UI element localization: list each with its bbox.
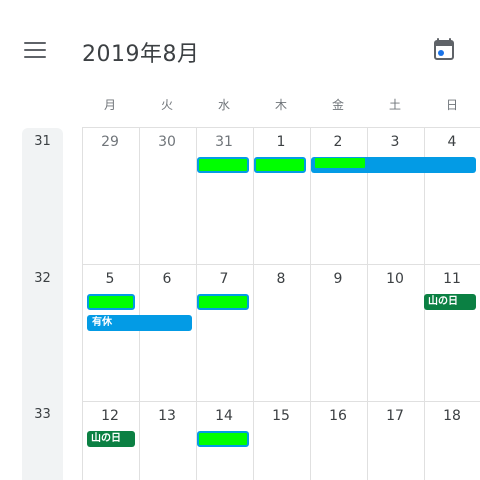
day-cell-number[interactable]: 10 <box>367 271 423 287</box>
day-cell-number[interactable]: 29 <box>82 134 138 150</box>
holiday-event-chip[interactable]: 山の日 <box>424 294 476 310</box>
event-chip[interactable] <box>254 157 306 173</box>
day-cell-number[interactable]: 7 <box>196 271 252 287</box>
day-cell-number[interactable]: 13 <box>139 408 195 424</box>
grid-line <box>253 127 254 480</box>
weekday-fri: 金 <box>331 98 344 112</box>
day-cell-number[interactable]: 14 <box>196 408 252 424</box>
day-cell-number[interactable]: 5 <box>82 271 138 287</box>
day-cell-number[interactable]: 9 <box>310 271 366 287</box>
week-number-column <box>22 128 63 480</box>
weekday-sun: 日 <box>445 98 458 112</box>
grid-line <box>82 127 480 128</box>
weekday-thu: 木 <box>274 98 287 112</box>
month-title[interactable]: 2019年8月 <box>82 36 200 68</box>
day-cell-number[interactable]: 15 <box>253 408 309 424</box>
week-number-31: 31 <box>34 134 51 149</box>
holiday-event-chip[interactable]: 山の日 <box>87 431 135 447</box>
day-cell-number[interactable]: 6 <box>139 271 195 287</box>
event-chip[interactable] <box>197 157 249 173</box>
event-highlight <box>315 158 365 168</box>
grid-line <box>82 127 83 480</box>
event-chip[interactable] <box>197 294 249 310</box>
day-cell-number[interactable]: 18 <box>424 408 480 424</box>
event-chip-multiday[interactable] <box>311 157 476 173</box>
day-cell-number[interactable]: 16 <box>310 408 366 424</box>
grid-line <box>139 127 140 480</box>
grid-line <box>82 401 480 402</box>
weekday-header: 月 火 水 木 金 土 日 <box>82 96 480 116</box>
grid-line <box>82 264 480 265</box>
hamburger-menu-icon[interactable] <box>24 42 48 60</box>
day-cell-number[interactable]: 30 <box>139 134 195 150</box>
day-cell-number[interactable]: 12 <box>82 408 138 424</box>
paid-leave-event-chip[interactable]: 有休 <box>87 315 192 331</box>
grid-line <box>367 127 368 480</box>
calendar-today-icon[interactable] <box>432 37 456 61</box>
week-number-33: 33 <box>34 407 51 422</box>
grid-line <box>310 127 311 480</box>
weekday-mon: 月 <box>103 98 116 112</box>
day-cell-number[interactable]: 31 <box>196 134 252 150</box>
day-cell-number[interactable]: 8 <box>253 271 309 287</box>
day-cell-number[interactable]: 3 <box>367 134 423 150</box>
day-cell-number[interactable]: 1 <box>253 134 309 150</box>
day-cell-number[interactable]: 2 <box>310 134 366 150</box>
event-chip[interactable] <box>197 431 249 447</box>
week-number-32: 32 <box>34 271 51 286</box>
event-chip[interactable] <box>87 294 135 310</box>
day-cell-number[interactable]: 17 <box>367 408 423 424</box>
day-cell-number[interactable]: 4 <box>424 134 480 150</box>
day-cell-number[interactable]: 11 <box>424 271 480 287</box>
weekday-wed: 水 <box>217 98 230 112</box>
weekday-sat: 土 <box>388 98 401 112</box>
weekday-tue: 火 <box>160 98 173 112</box>
